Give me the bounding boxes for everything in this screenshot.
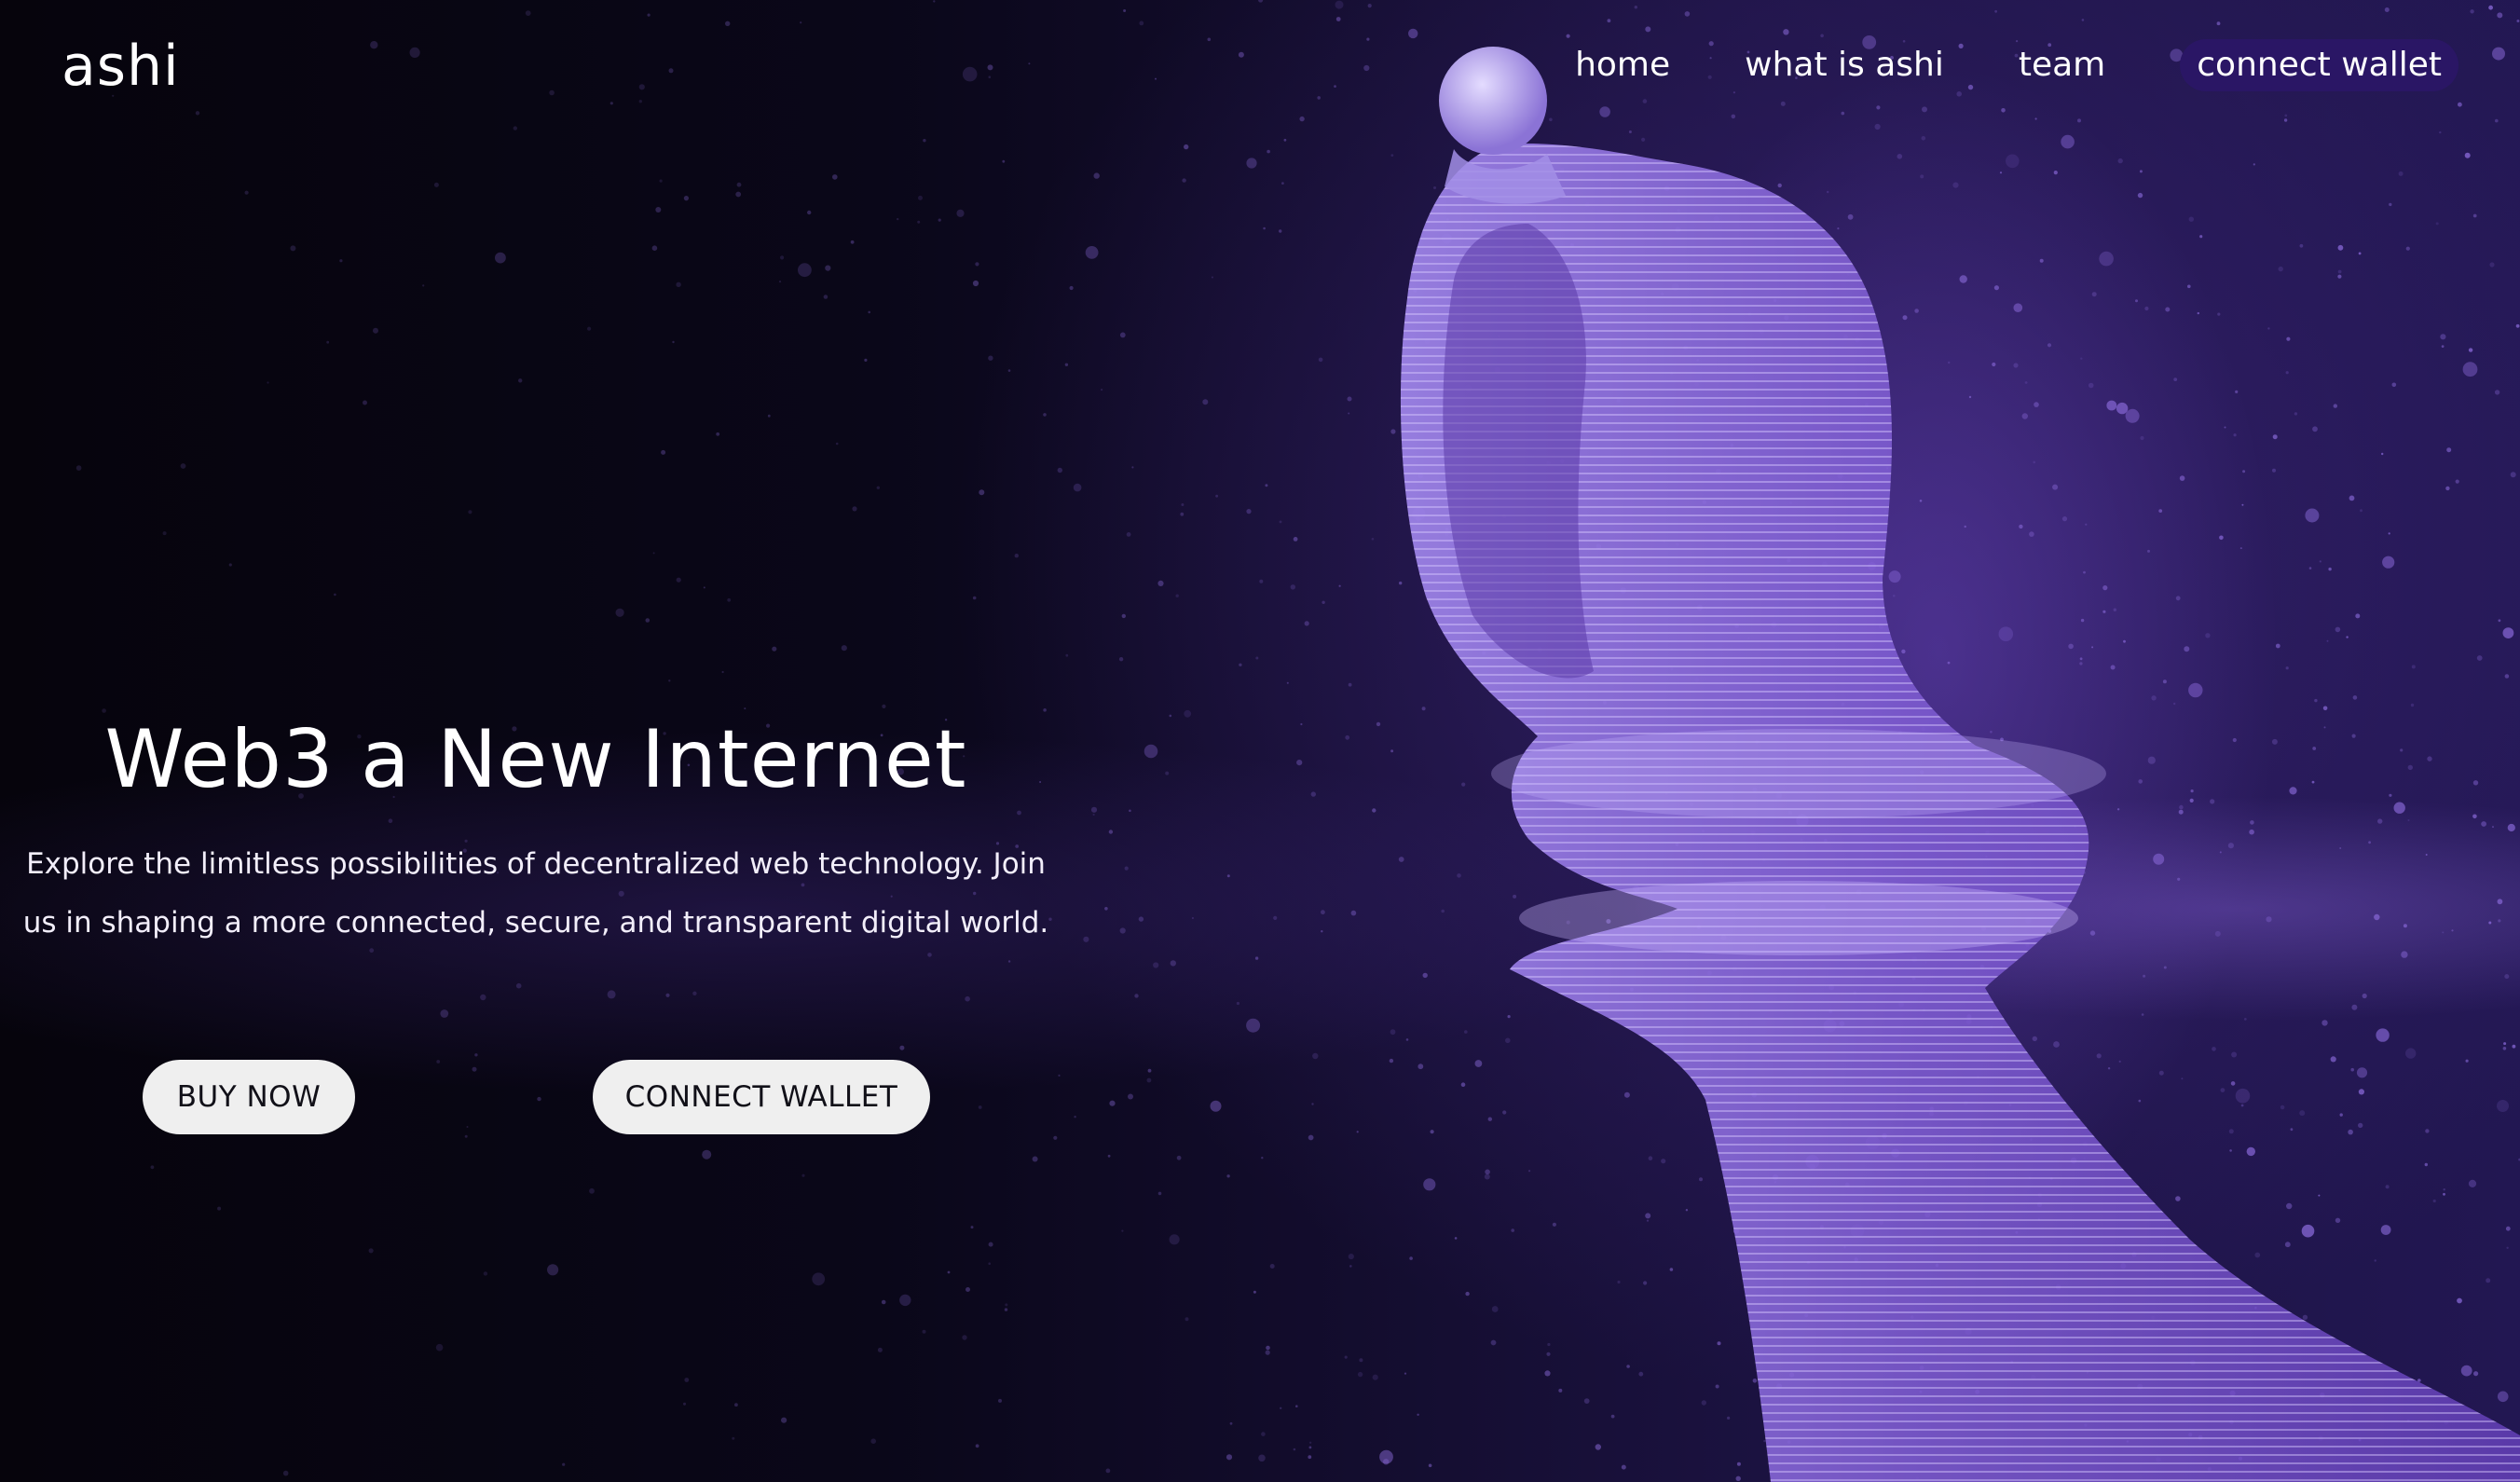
hero-title: Web3 a New Internet <box>104 713 967 806</box>
nav-connect-wallet-button[interactable]: connect wallet <box>2180 39 2458 91</box>
nav-team-link[interactable]: team <box>2019 37 2105 93</box>
brand-logo[interactable]: ashi <box>62 34 180 99</box>
hero-section: Web3 a New Internet Explore the limitles… <box>0 708 1072 953</box>
buy-now-button[interactable]: BUY NOW <box>143 1060 355 1134</box>
hero-subtitle: Explore the limitless possibilities of d… <box>22 847 1049 940</box>
top-navigation: home what is ashi team connect wallet <box>1500 37 2458 93</box>
nav-home-link[interactable]: home <box>1575 37 1670 93</box>
hero-connect-wallet-button[interactable]: CONNECT WALLET <box>593 1060 930 1134</box>
nav-what-is-ashi-link[interactable]: what is ashi <box>1745 37 1944 93</box>
